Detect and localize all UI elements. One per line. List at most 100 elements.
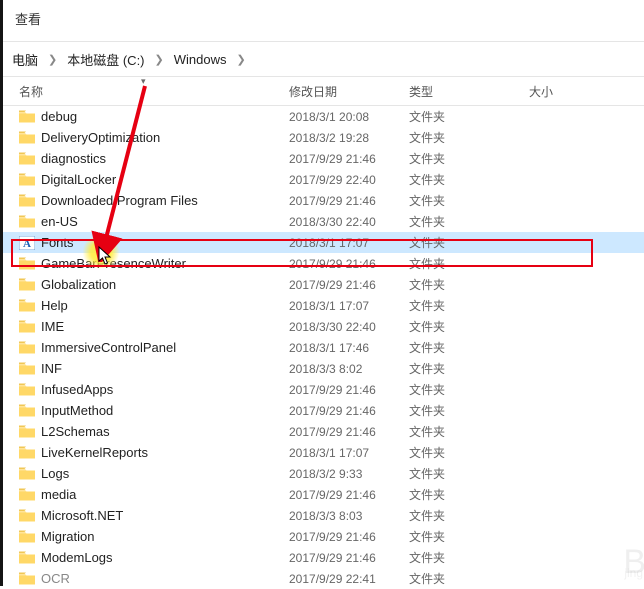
- list-item[interactable]: ModemLogs2017/9/29 21:46文件夹: [3, 547, 644, 568]
- list-item[interactable]: DeliveryOptimization2018/3/2 19:28文件夹: [3, 127, 644, 148]
- file-name: L2Schemas: [41, 424, 110, 439]
- file-type: 文件夹: [409, 318, 529, 335]
- file-type: 文件夹: [409, 255, 529, 272]
- list-item[interactable]: InputMethod2017/9/29 21:46文件夹: [3, 400, 644, 421]
- svg-text:A: A: [23, 238, 31, 250]
- file-type: 文件夹: [409, 171, 529, 188]
- file-name: ModemLogs: [41, 550, 113, 565]
- folder-icon: [19, 362, 35, 375]
- file-date: 2018/3/2 9:33: [289, 467, 409, 481]
- chevron-right-icon[interactable]: ❯: [44, 53, 61, 66]
- file-date: 2018/3/3 8:02: [289, 362, 409, 376]
- folder-icon: [19, 425, 35, 438]
- sort-indicator-icon: ▾: [141, 76, 146, 87]
- file-date: 2017/9/29 21:46: [289, 488, 409, 502]
- file-name: Help: [41, 298, 68, 313]
- file-date: 2017/9/29 21:46: [289, 551, 409, 565]
- file-date: 2018/3/1 17:07: [289, 299, 409, 313]
- file-name: Globalization: [41, 277, 116, 292]
- tab-view[interactable]: 查看: [15, 12, 41, 27]
- file-type: 文件夹: [409, 360, 529, 377]
- file-date: 2018/3/30 22:40: [289, 320, 409, 334]
- folder-icon: [19, 572, 35, 585]
- file-name: DigitalLocker: [41, 172, 116, 187]
- list-item[interactable]: IME2018/3/30 22:40文件夹: [3, 316, 644, 337]
- folder-icon: [19, 215, 35, 228]
- folder-icon: [19, 404, 35, 417]
- file-name: Migration: [41, 529, 94, 544]
- folder-icon: [19, 320, 35, 333]
- file-type: 文件夹: [409, 276, 529, 293]
- folder-icon: [19, 446, 35, 459]
- file-date: 2017/9/29 21:46: [289, 152, 409, 166]
- list-item[interactable]: Logs 2018/3/2 9:33文件夹: [3, 463, 644, 484]
- folder-icon: [19, 530, 35, 543]
- folder-icon: [19, 341, 35, 354]
- list-item[interactable]: GameBarPresenceWriter2017/9/29 21:46文件夹: [3, 253, 644, 274]
- file-type: 文件夹: [409, 297, 529, 314]
- file-date: 2018/3/2 19:28: [289, 131, 409, 145]
- crumb-folder[interactable]: Windows: [168, 52, 233, 67]
- crumb-drive[interactable]: 本地磁盘 (C:): [61, 50, 150, 69]
- file-date: 2017/9/29 21:46: [289, 278, 409, 292]
- breadcrumb[interactable]: 电脑 ❯ 本地磁盘 (C:) ❯ Windows ❯: [3, 42, 644, 76]
- folder-icon: [19, 278, 35, 291]
- list-item[interactable]: L2Schemas2017/9/29 21:46文件夹: [3, 421, 644, 442]
- file-type: 文件夹: [409, 444, 529, 461]
- folder-icon: [19, 257, 35, 270]
- list-item[interactable]: InfusedApps2017/9/29 21:46文件夹: [3, 379, 644, 400]
- file-date: 2017/9/29 21:46: [289, 194, 409, 208]
- chevron-right-icon[interactable]: ❯: [232, 53, 249, 66]
- file-name: INF: [41, 361, 62, 376]
- file-name: DeliveryOptimization: [41, 130, 160, 145]
- file-name: GameBarPresenceWriter: [41, 256, 186, 271]
- file-date: 2018/3/1 20:08: [289, 110, 409, 124]
- folder-icon: [19, 509, 35, 522]
- file-type: 文件夹: [409, 486, 529, 503]
- chevron-right-icon[interactable]: ❯: [151, 53, 168, 66]
- list-item[interactable]: INF 2018/3/3 8:02文件夹: [3, 358, 644, 379]
- file-name: OCR: [41, 571, 70, 586]
- list-item[interactable]: AFonts2018/3/1 17:07文件夹: [3, 232, 644, 253]
- file-date: 2018/3/1 17:07: [289, 446, 409, 460]
- list-item[interactable]: Globalization 2017/9/29 21:46文件夹: [3, 274, 644, 295]
- list-item[interactable]: Migration2017/9/29 21:46文件夹: [3, 526, 644, 547]
- column-header-name[interactable]: 名称: [3, 83, 289, 100]
- folder-icon: [19, 131, 35, 144]
- file-date: 2018/3/1 17:07: [289, 236, 409, 250]
- list-item[interactable]: media2017/9/29 21:46文件夹: [3, 484, 644, 505]
- file-date: 2017/9/29 21:46: [289, 404, 409, 418]
- file-name: LiveKernelReports: [41, 445, 148, 460]
- file-name: Logs: [41, 466, 69, 481]
- fonts-folder-icon: A: [19, 236, 35, 250]
- file-date: 2018/3/3 8:03: [289, 509, 409, 523]
- folder-icon: [19, 383, 35, 396]
- list-item[interactable]: Downloaded Program Files2017/9/29 21:46文…: [3, 190, 644, 211]
- folder-icon: [19, 467, 35, 480]
- file-type: 文件夹: [409, 423, 529, 440]
- folder-icon: [19, 299, 35, 312]
- folder-icon: [19, 194, 35, 207]
- crumb-computer[interactable]: 电脑: [6, 50, 44, 69]
- column-header-date[interactable]: 修改日期: [289, 83, 409, 100]
- folder-icon: [19, 173, 35, 186]
- file-type: 文件夹: [409, 381, 529, 398]
- file-type: 文件夹: [409, 465, 529, 482]
- column-header-size[interactable]: 大小: [529, 83, 644, 100]
- list-item[interactable]: debug2018/3/1 20:08文件夹: [3, 106, 644, 127]
- list-item[interactable]: diagnostics2017/9/29 21:46文件夹: [3, 148, 644, 169]
- file-type: 文件夹: [409, 528, 529, 545]
- file-name: InfusedApps: [41, 382, 113, 397]
- column-header-type[interactable]: 类型: [409, 83, 529, 100]
- list-item[interactable]: DigitalLocker 2017/9/29 22:40文件夹: [3, 169, 644, 190]
- file-date: 2018/3/1 17:46: [289, 341, 409, 355]
- file-date: 2017/9/29 22:40: [289, 173, 409, 187]
- list-item[interactable]: en-US2018/3/30 22:40文件夹: [3, 211, 644, 232]
- list-item[interactable]: LiveKernelReports 2018/3/1 17:07文件夹: [3, 442, 644, 463]
- list-item[interactable]: ImmersiveControlPanel2018/3/1 17:46文件夹: [3, 337, 644, 358]
- file-type: 文件夹: [409, 507, 529, 524]
- toolbar: 查看: [3, 0, 644, 41]
- folder-icon: [19, 152, 35, 165]
- list-item[interactable]: Help 2018/3/1 17:07文件夹: [3, 295, 644, 316]
- list-item[interactable]: Microsoft.NET2018/3/3 8:03文件夹: [3, 505, 644, 526]
